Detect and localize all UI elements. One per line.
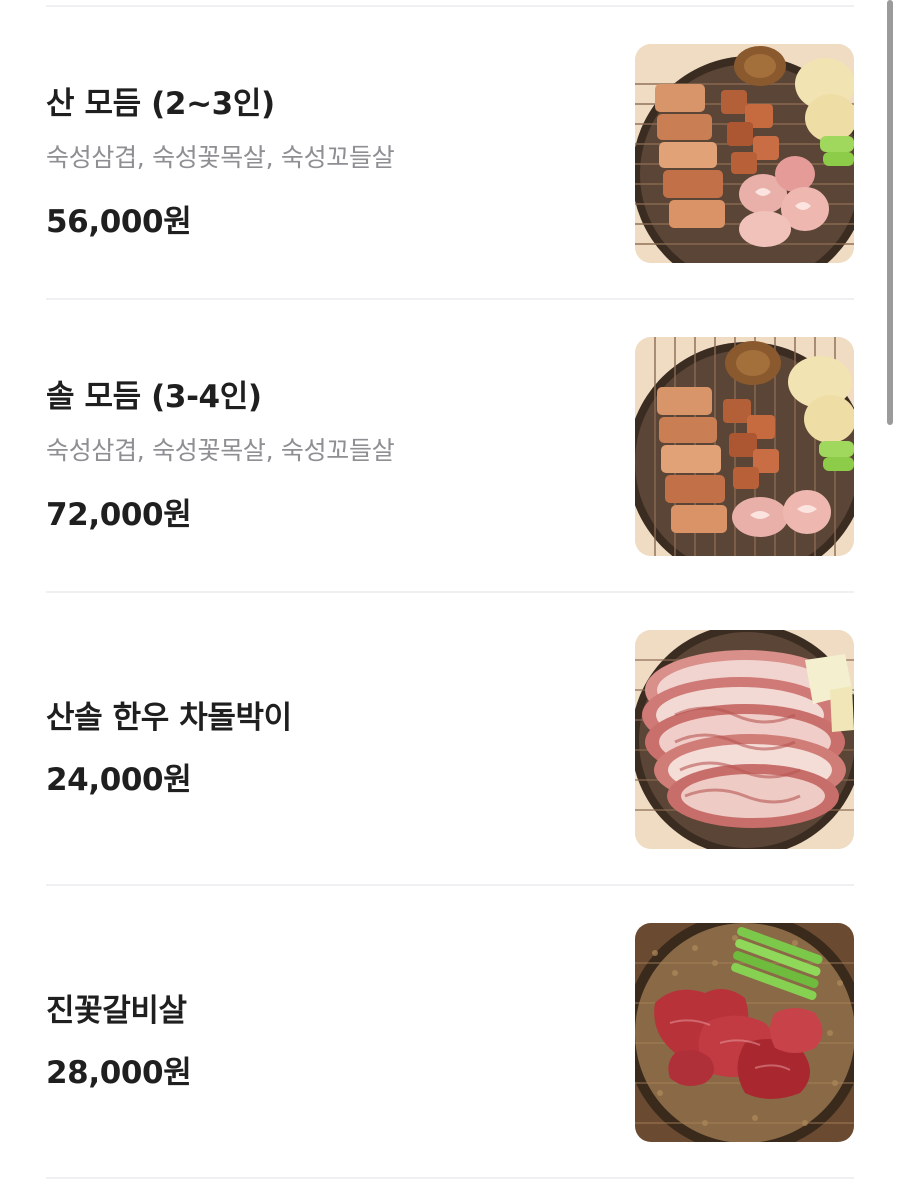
menu-item-beef-rib-finger[interactable]: 진꽃갈비살 28,000원 bbox=[46, 885, 854, 1177]
beef-rib-finger-photo bbox=[635, 923, 854, 1142]
menu-item-photo[interactable] bbox=[635, 337, 854, 556]
menu-item-name: 산솔 한우 차돌박이 bbox=[46, 700, 292, 736]
divider bbox=[46, 1177, 854, 1179]
menu-item-name: 산 모듬 (2~3인) bbox=[46, 86, 275, 122]
menu-item-san-platter[interactable]: 산 모듬 (2~3인) 숙성삼겹, 숙성꽃목살, 숙성꼬들살 56,000원 bbox=[46, 6, 854, 298]
menu-item-hanwoo-brisket[interactable]: 산솔 한우 차돌박이 24,000원 bbox=[46, 592, 854, 884]
menu-item-name: 솔 모듬 (3-4인) bbox=[46, 379, 262, 415]
menu-item-description: 숙성삼겹, 숙성꽃목살, 숙성꼬들살 bbox=[46, 143, 395, 172]
menu-item-photo[interactable] bbox=[635, 923, 854, 1142]
menu-item-sol-platter[interactable]: 솔 모듬 (3-4인) 숙성삼겹, 숙성꽃목살, 숙성꼬들살 72,000원 bbox=[46, 299, 854, 591]
menu-item-price: 24,000원 bbox=[46, 762, 192, 798]
menu-item-photo[interactable] bbox=[635, 630, 854, 849]
menu-item-name: 진꽃갈비살 bbox=[46, 993, 187, 1029]
menu-list: 산 모듬 (2~3인) 숙성삼겹, 숙성꽃목살, 숙성꼬들살 56,000원 솔… bbox=[46, 0, 854, 1195]
menu-item-price: 72,000원 bbox=[46, 497, 192, 533]
menu-item-price: 28,000원 bbox=[46, 1055, 192, 1091]
assorted-pork-platter-photo bbox=[635, 337, 854, 556]
assorted-pork-platter-photo bbox=[635, 44, 854, 263]
sliced-brisket-photo bbox=[635, 630, 854, 849]
menu-item-description: 숙성삼겹, 숙성꽃목살, 숙성꼬들살 bbox=[46, 436, 395, 465]
menu-item-price: 56,000원 bbox=[46, 204, 192, 240]
menu-item-photo[interactable] bbox=[635, 44, 854, 263]
scrollbar[interactable] bbox=[887, 0, 893, 425]
